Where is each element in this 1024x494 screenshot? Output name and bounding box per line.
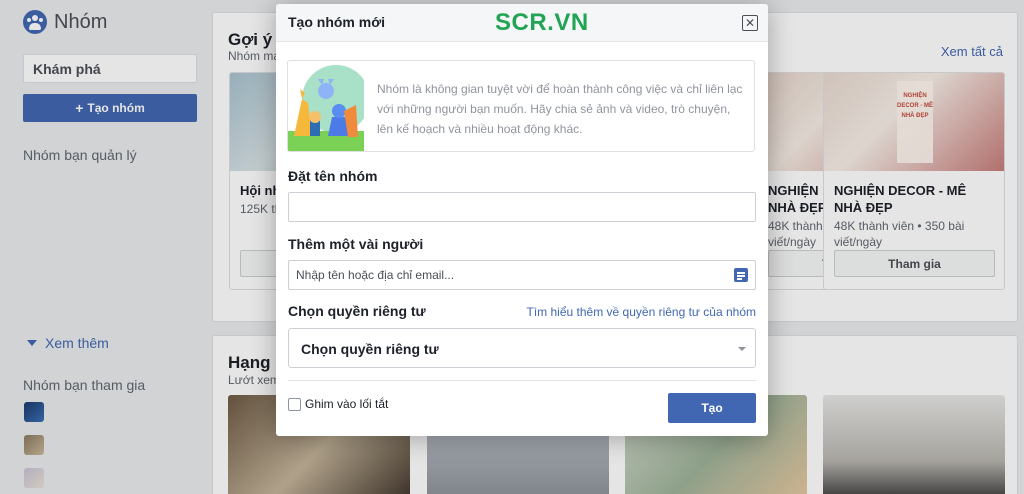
divider: [288, 380, 756, 381]
checkbox-box[interactable]: [288, 397, 301, 411]
add-people-input[interactable]: Nhập tên hoặc địa chỉ email...: [288, 260, 756, 290]
groups-illustration: [288, 65, 364, 151]
privacy-select[interactable]: Chọn quyền riêng tư: [288, 328, 756, 368]
close-icon: ✕: [744, 16, 756, 30]
chevron-down-icon: [738, 347, 746, 351]
group-name-label: Đặt tên nhóm: [288, 168, 378, 184]
intro-box: Nhóm là không gian tuyệt vời để hoàn thà…: [287, 60, 755, 152]
watermark-logo: SCR.VN: [495, 9, 589, 36]
dialog-title: Tạo nhóm mới: [288, 14, 386, 30]
group-name-input[interactable]: [288, 192, 756, 222]
add-people-label: Thêm một vài người: [288, 236, 424, 252]
pin-to-shortcuts-label: Ghim vào lối tắt: [305, 397, 389, 411]
close-button[interactable]: ✕: [742, 15, 758, 31]
contact-card-icon[interactable]: [734, 268, 748, 282]
privacy-label: Chọn quyền riêng tư: [288, 303, 426, 319]
privacy-learn-more-link[interactable]: Tìm hiểu thêm về quyền riêng tư của nhóm: [527, 305, 756, 319]
create-group-dialog: Tạo nhóm mới SCR.VN ✕ Nhóm là không gian…: [276, 4, 768, 436]
create-button[interactable]: Tạo: [668, 393, 756, 423]
privacy-selected-value: Chọn quyền riêng tư: [301, 341, 439, 357]
pin-to-shortcuts-checkbox[interactable]: Ghim vào lối tắt: [288, 397, 388, 411]
dialog-header: Tạo nhóm mới SCR.VN ✕: [276, 4, 768, 42]
add-people-placeholder: Nhập tên hoặc địa chỉ email...: [296, 268, 455, 282]
intro-text: Nhóm là không gian tuyệt vời để hoàn thà…: [377, 82, 743, 136]
